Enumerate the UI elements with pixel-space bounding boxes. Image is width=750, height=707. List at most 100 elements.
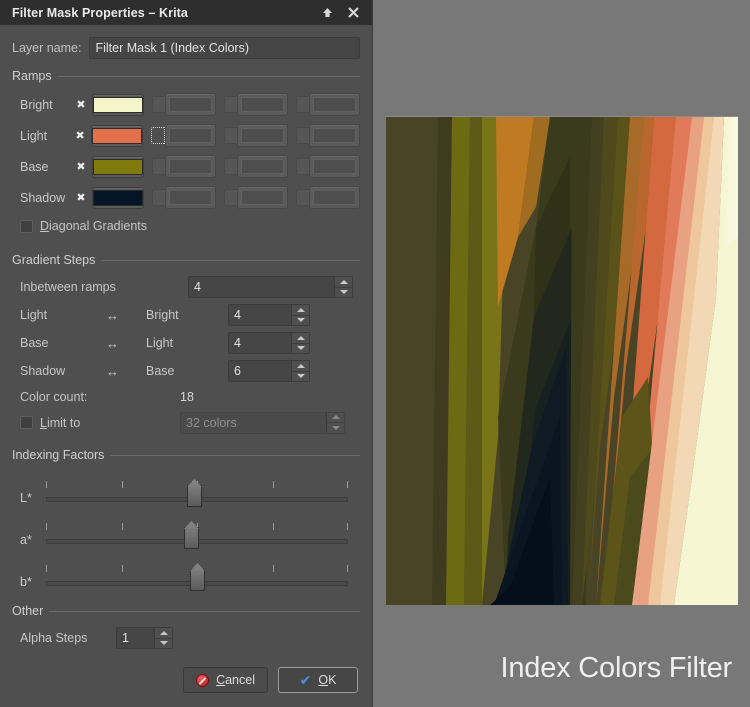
spinbox-up-button[interactable] (292, 305, 309, 316)
pair-spinbox-light-bright[interactable]: 4 (228, 304, 310, 326)
ramp-slot-box (165, 124, 216, 147)
ok-button[interactable]: ✔ OK (278, 667, 358, 693)
spinbox-down-button[interactable] (155, 638, 172, 648)
pair-from-label: Shadow (20, 364, 66, 378)
ramp-slot-tab (296, 158, 309, 175)
remove-ramp-icon[interactable]: ✖ (74, 158, 88, 176)
limit-to-checkbox[interactable] (20, 416, 33, 429)
ramp-color-swatch-shadow[interactable] (92, 186, 144, 209)
indexing-factors-header: Indexing Factors (12, 448, 360, 462)
ramp-slot-focused[interactable] (151, 124, 216, 147)
ramp-slot-tab (151, 127, 165, 144)
ramp-slot-tab (224, 127, 237, 144)
diagonal-gradients-checkbox[interactable] (20, 219, 33, 233)
ramp-slot-box (309, 124, 360, 147)
inbetween-ramps-label: Inbetween ramps (20, 280, 116, 294)
astar-slider[interactable] (46, 518, 348, 552)
ramp-color-swatch-light[interactable] (91, 124, 143, 147)
alpha-steps-value: 1 (122, 631, 129, 645)
spinbox-down-button[interactable] (335, 287, 352, 297)
spinbox-buttons (154, 628, 172, 648)
spinbox-up-button[interactable] (292, 333, 309, 344)
diagonal-gradients-row[interactable]: Diagonal Gradients (20, 213, 360, 239)
spinbox-up-button[interactable] (292, 361, 309, 372)
color-count-label: Color count: (20, 390, 88, 404)
diagonal-gradients-rest: iagonal Gradients (49, 219, 148, 233)
other-title: Other (12, 604, 44, 618)
ramp-label: Bright (20, 97, 53, 112)
color-count-row: Color count: 18 (20, 385, 360, 409)
shade-window-button[interactable] (314, 2, 340, 24)
ramp-slot[interactable] (152, 93, 216, 116)
layer-name-input[interactable]: Filter Mask 1 (Index Colors) (89, 37, 360, 59)
inbetween-ramps-spinbox[interactable]: 4 (188, 276, 353, 298)
ramp-slot-box (165, 93, 216, 116)
ramp-slot[interactable] (224, 186, 288, 209)
slider-handle[interactable] (183, 527, 199, 549)
gradient-steps-header: Gradient Steps (12, 253, 360, 267)
spinbox-down-button[interactable] (292, 343, 309, 353)
ramp-label: Shadow (20, 190, 66, 205)
limit-to-spinbox[interactable]: 32 colors (180, 411, 345, 434)
ramp-slot[interactable] (296, 186, 360, 209)
slider-handle[interactable] (190, 569, 205, 591)
pair-spinbox-shadow-base[interactable]: 6 (228, 360, 310, 382)
cancel-button[interactable]: Cancel (183, 667, 268, 693)
pair-spinbox-base-light[interactable]: 4 (228, 332, 310, 354)
pair-to-label: Base (146, 364, 175, 378)
triangle-down-icon (296, 374, 305, 379)
slider-handle[interactable] (186, 485, 202, 507)
ramp-slot[interactable] (296, 155, 360, 178)
remove-ramp-icon[interactable]: ✖ (73, 127, 87, 145)
ramp-slot[interactable] (296, 93, 360, 116)
dialog-button-row: Cancel ✔ OK (0, 667, 372, 693)
alpha-steps-row: Alpha Steps 1 (20, 624, 360, 652)
bidirectional-arrow-icon: ↔ (106, 335, 119, 351)
remove-ramp-icon[interactable]: ✖ (74, 96, 88, 114)
spinbox-down-button[interactable] (292, 315, 309, 325)
ramp-label: Base (20, 159, 49, 174)
limit-to-control[interactable]: Limit to (20, 416, 180, 430)
ramp-slot-box (237, 93, 288, 116)
triangle-up-icon (296, 335, 305, 340)
up-arrow-icon (322, 8, 332, 17)
color-count-value: 18 (180, 390, 194, 404)
close-window-button[interactable] (340, 2, 366, 24)
lstar-slider[interactable] (46, 476, 348, 510)
ramp-slot[interactable] (224, 155, 288, 178)
triangle-up-icon (296, 363, 305, 368)
ramp-slot-box (237, 155, 288, 178)
ramp-slot[interactable] (224, 124, 288, 147)
spinbox-buttons (334, 277, 352, 297)
spinbox-down-button[interactable] (327, 423, 344, 433)
close-icon (347, 7, 359, 18)
gradient-steps-body: Inbetween ramps 4 Light ↔ Bright 4 Base … (12, 273, 360, 436)
ramp-slot-tab (296, 127, 309, 144)
index-colors-preview-image (386, 116, 738, 605)
ramps-group-title: Ramps (12, 69, 52, 83)
ramp-slot-box (309, 93, 360, 116)
ramp-color-swatch-base[interactable] (92, 155, 144, 178)
spinbox-up-button[interactable] (155, 628, 172, 639)
bstar-slider[interactable] (46, 560, 348, 594)
group-divider (57, 75, 360, 77)
triangle-up-icon (296, 307, 305, 312)
ramp-slot[interactable] (152, 155, 216, 178)
ramp-slot-tab (152, 189, 165, 206)
triangle-down-icon (159, 641, 168, 646)
titlebar: Filter Mask Properties – Krita (0, 0, 372, 25)
spinbox-down-button[interactable] (292, 371, 309, 381)
mnemonic-letter: C (216, 673, 226, 687)
ramp-row-base: Base ✖ (20, 151, 360, 182)
ramp-slot[interactable] (296, 124, 360, 147)
limit-to-value: 32 colors (186, 415, 237, 430)
spinbox-up-button[interactable] (327, 412, 344, 423)
alpha-steps-spinbox[interactable]: 1 (116, 627, 173, 649)
ramp-slot[interactable] (224, 93, 288, 116)
spinbox-up-button[interactable] (335, 277, 352, 288)
slider-row-bstar: b* (20, 552, 360, 594)
ramp-color-swatch-bright[interactable] (92, 93, 144, 116)
remove-ramp-icon[interactable]: ✖ (74, 189, 88, 207)
ramp-slot[interactable] (152, 186, 216, 209)
slider-row-astar: a* (20, 510, 360, 552)
